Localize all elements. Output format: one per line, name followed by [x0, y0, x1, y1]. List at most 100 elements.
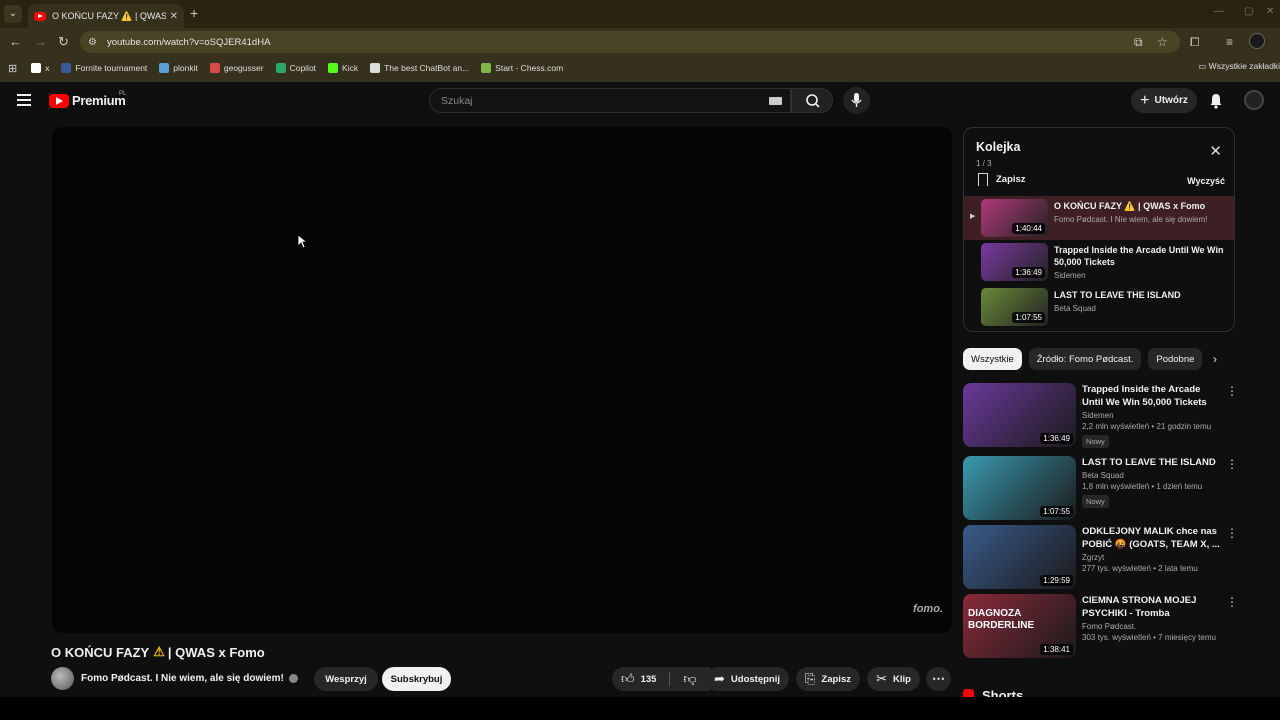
close-icon[interactable]: ✕: [1209, 142, 1222, 160]
more-actions-button[interactable]: ⋯: [926, 667, 951, 691]
forward-icon[interactable]: →: [34, 34, 47, 49]
account-avatar[interactable]: [1244, 90, 1264, 110]
recommendation-channel[interactable]: Zgrzyt: [1082, 553, 1222, 562]
recommendation-item[interactable]: 1:07:55 LAST TO LEAVE THE ISLAND Beta Squa…: [963, 456, 1253, 522]
queue-item-title: Trapped Inside the Arcade Until We Win 5…: [1054, 245, 1224, 267]
apps-grid-icon[interactable]: ⊞: [8, 62, 17, 75]
thumbnail-text: DIAGNOZA BORDERLINE: [968, 608, 1035, 631]
recommendation-channel[interactable]: Sidemen: [1082, 411, 1222, 420]
filter-chip[interactable]: Wszystkie: [963, 348, 1022, 370]
queue-item[interactable]: ▶ 1:40:44 O KOŃCU FAZY ⚠️ | QWAS x Fomo Fom…: [964, 196, 1234, 240]
search-input[interactable]: Szukaj: [429, 88, 791, 113]
recommendation-item[interactable]: 1:29:59 ODKLEJONY MALIK chce nas POBIĆ 🤬 …: [963, 525, 1253, 591]
more-vert-icon[interactable]: ⋮: [1226, 385, 1238, 397]
bookmark-star-icon[interactable]: ☆: [1157, 35, 1168, 49]
recommendation-title[interactable]: ODKLEJONY MALIK chce nas POBIĆ 🤬 (GOATS,…: [1082, 525, 1222, 551]
create-button[interactable]: + Utwórz: [1131, 88, 1197, 113]
youtube-favicon-icon: [34, 11, 46, 21]
duration-badge: 1:38:41: [1040, 644, 1073, 655]
subscribe-button[interactable]: Subskrybuj: [382, 667, 451, 691]
channel-name[interactable]: Fomo Pødcast. I Nie wiem, ale się dowiem…: [81, 673, 284, 684]
search-button[interactable]: [791, 88, 833, 113]
queue-save-button[interactable]: Zapisz: [978, 173, 1026, 186]
plus-icon: +: [1140, 91, 1150, 109]
recommendation-info: Trapped Inside the Arcade Until We Win 5…: [1082, 383, 1222, 449]
menu-icon[interactable]: [17, 94, 31, 106]
recommendation-title[interactable]: LAST TO LEAVE THE ISLAND: [1082, 456, 1222, 469]
all-bookmarks-label: Wszystkie zakładki: [1208, 61, 1280, 71]
keyboard-icon[interactable]: [769, 97, 782, 105]
recommendation-item[interactable]: 1:36:49 Trapped Inside the Arcade Until W…: [963, 383, 1253, 449]
bookmark-item[interactable]: The best ChatBot an...: [370, 63, 469, 73]
window-close-icon[interactable]: ✕: [1266, 6, 1274, 17]
video-thumbnail[interactable]: 1:29:59: [963, 525, 1076, 589]
queue-clear-button[interactable]: Wyczyść: [1187, 176, 1225, 186]
minimize-icon[interactable]: —: [1214, 6, 1224, 17]
address-bar[interactable]: ⚙ youtube.com/watch?v=oSQJER41dHA: [80, 31, 1180, 53]
bookmark-label: Start - Chess.com: [495, 63, 564, 73]
channel-avatar[interactable]: [51, 667, 74, 690]
tab-strip: ⌄ O KOŃCU FAZY ⚠️ | QWAS x Fomo ✕ + — ▢ …: [0, 0, 1280, 28]
chevron-right-icon[interactable]: ›: [1213, 352, 1217, 366]
media-icon[interactable]: ≡: [1226, 35, 1233, 49]
share-button[interactable]: ➦ Udostępnij: [705, 667, 789, 691]
extensions-icon[interactable]: ⧠: [1190, 35, 1200, 50]
queue-item[interactable]: 1:36:49 Trapped Inside the Arcade Until W…: [964, 240, 1234, 284]
all-bookmarks[interactable]: ▭ Wszystkie zakładki: [1198, 61, 1280, 72]
channel-watermark[interactable]: fomo.: [913, 603, 943, 615]
bookmark-item[interactable]: Kick: [328, 63, 358, 73]
bookmark-label: The best ChatBot an...: [384, 63, 470, 73]
site-info-icon[interactable]: ⚙: [88, 37, 97, 48]
bookmark-item[interactable]: x: [31, 63, 49, 73]
save-button[interactable]: ⎘ Zapisz: [796, 667, 860, 691]
search-placeholder: Szukaj: [441, 95, 473, 107]
bookmark-item[interactable]: plonkit: [159, 63, 198, 73]
bookmark-item[interactable]: Fornite tournament: [61, 63, 147, 73]
recommendation-title[interactable]: CIEMNA STRONA MOJEJ PSYCHIKI - Tromba: [1082, 594, 1222, 620]
install-icon[interactable]: ⧉: [1134, 35, 1143, 50]
more-vert-icon[interactable]: ⋮: [1226, 527, 1238, 539]
video-title-suffix: | QWAS x Fomo: [167, 644, 265, 660]
video-player[interactable]: fomo.: [52, 127, 952, 633]
video-thumbnail[interactable]: 1:36:49: [963, 383, 1076, 447]
bookmark-item[interactable]: Start - Chess.com: [481, 63, 563, 73]
youtube-premium-logo[interactable]: Premium PL: [49, 91, 126, 108]
notifications-icon[interactable]: [1208, 92, 1224, 109]
queue-item-title: O KOŃCU FAZY ⚠️ | QWAS x Fomo: [1054, 201, 1206, 211]
support-button[interactable]: Wesprzyj: [314, 667, 378, 691]
youtube-logo-icon: [49, 93, 69, 108]
voice-search-button[interactable]: [843, 87, 870, 114]
maximize-icon[interactable]: ▢: [1244, 6, 1253, 17]
recommendation-channel[interactable]: Beta Squad: [1082, 471, 1222, 480]
tab-close-icon[interactable]: ✕: [170, 11, 178, 22]
recommendation-channel[interactable]: Fomo Pødcast.: [1082, 622, 1222, 631]
bookmark-item[interactable]: geogusser: [209, 63, 264, 73]
pawn-icon: [481, 63, 492, 73]
recommendation-item[interactable]: DIAGNOZA BORDERLINE 1:38:41 CIEMNA STRONA …: [963, 594, 1253, 660]
duration-badge: 1:29:59: [1040, 575, 1073, 586]
duration-badge: 1:40:44: [1012, 223, 1045, 234]
video-thumbnail[interactable]: DIAGNOZA BORDERLINE 1:38:41: [963, 594, 1076, 658]
queue-item[interactable]: 1:07:55 LAST TO LEAVE THE ISLAND Beta Squa…: [964, 285, 1234, 329]
tab-search-icon[interactable]: ⌄: [4, 5, 22, 23]
diamond-icon: [370, 63, 381, 73]
new-tab-icon[interactable]: +: [190, 5, 198, 21]
clip-button[interactable]: ✂ Klip: [867, 667, 920, 691]
support-label: Wesprzyj: [325, 673, 367, 685]
queue-thumbnail[interactable]: 1:07:55: [981, 288, 1048, 326]
more-vert-icon[interactable]: ⋮: [1226, 458, 1238, 470]
bookmark-item[interactable]: Copilot: [275, 63, 316, 73]
recommendation-title[interactable]: Trapped Inside the Arcade Until We Win 5…: [1082, 383, 1222, 409]
logo-text: Premium: [72, 93, 126, 108]
queue-thumbnail[interactable]: 1:40:44: [981, 199, 1048, 237]
tab-active[interactable]: O KOŃCU FAZY ⚠️ | QWAS x Fomo ✕: [28, 4, 184, 28]
queue-thumbnail[interactable]: 1:36:49: [981, 243, 1048, 281]
reload-icon[interactable]: ↻: [58, 34, 69, 50]
profile-avatar[interactable]: [1249, 33, 1265, 49]
back-icon[interactable]: ←: [9, 34, 22, 49]
video-thumbnail[interactable]: 1:07:55: [963, 456, 1076, 520]
more-vert-icon[interactable]: ⋮: [1226, 596, 1238, 608]
filter-chip[interactable]: Podobne: [1148, 348, 1203, 370]
filter-chips: Wszystkie Źródło: Fomo Pødcast. Podobne: [963, 348, 1209, 370]
filter-chip[interactable]: Źródło: Fomo Pødcast.: [1028, 348, 1142, 370]
